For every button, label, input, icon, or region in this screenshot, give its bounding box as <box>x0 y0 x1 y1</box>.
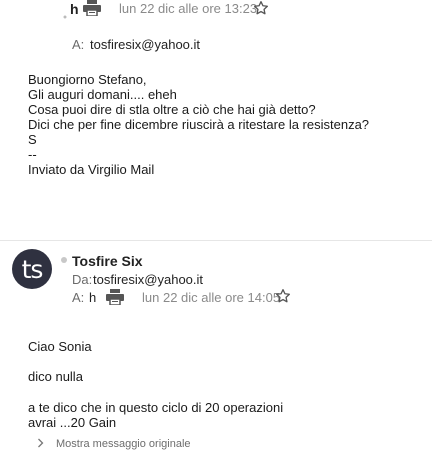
to-label: A: <box>72 37 85 52</box>
from-label: Da: <box>72 272 93 287</box>
show-original-link[interactable]: Mostra messaggio originale <box>37 435 191 453</box>
body-paragraph: Ciao Sonia <box>28 339 92 354</box>
avatar[interactable]: ts <box>12 249 52 289</box>
status-dot <box>61 257 67 263</box>
star-icon[interactable] <box>253 0 269 21</box>
message-body: Buongiorno Stefano, Gli auguri domani...… <box>28 72 369 177</box>
to-label: A: <box>72 290 85 305</box>
body-line: Buongiorno Stefano, <box>28 72 147 87</box>
bullet-icon <box>63 6 67 19</box>
signature-line: Inviato da Virgilio Mail <box>28 162 155 177</box>
body-line: Cosa puoi dire di stla oltre a ciò che h… <box>28 102 316 117</box>
body-paragraph: dico nulla <box>28 369 83 384</box>
message-date: lun 22 dic alle ore 13:23 <box>119 1 258 16</box>
body-line: -- <box>28 147 37 162</box>
body-line: Gli auguri domani.... eheh <box>28 87 177 102</box>
message-divider <box>0 240 432 241</box>
body-paragraph: a te dico che in questo ciclo di 20 oper… <box>28 400 284 430</box>
chevron-right-icon <box>37 435 44 453</box>
to-value: h <box>89 290 97 305</box>
printer-icon[interactable] <box>106 289 124 310</box>
from-value: tosfiresix@yahoo.it <box>93 272 204 287</box>
body-line: Dici che per fine dicembre riuscirà a ri… <box>28 117 370 132</box>
body-line: S <box>28 132 37 147</box>
sender-partial: h <box>70 1 79 17</box>
sender-name[interactable]: Tosfire Six <box>72 253 143 269</box>
printer-icon[interactable] <box>83 0 101 21</box>
show-original-label: Mostra messaggio originale <box>56 438 191 450</box>
to-value: tosfiresix@yahoo.it <box>90 37 201 52</box>
message-date: lun 22 dic alle ore 14:05 <box>142 290 281 305</box>
star-icon[interactable] <box>275 288 291 309</box>
